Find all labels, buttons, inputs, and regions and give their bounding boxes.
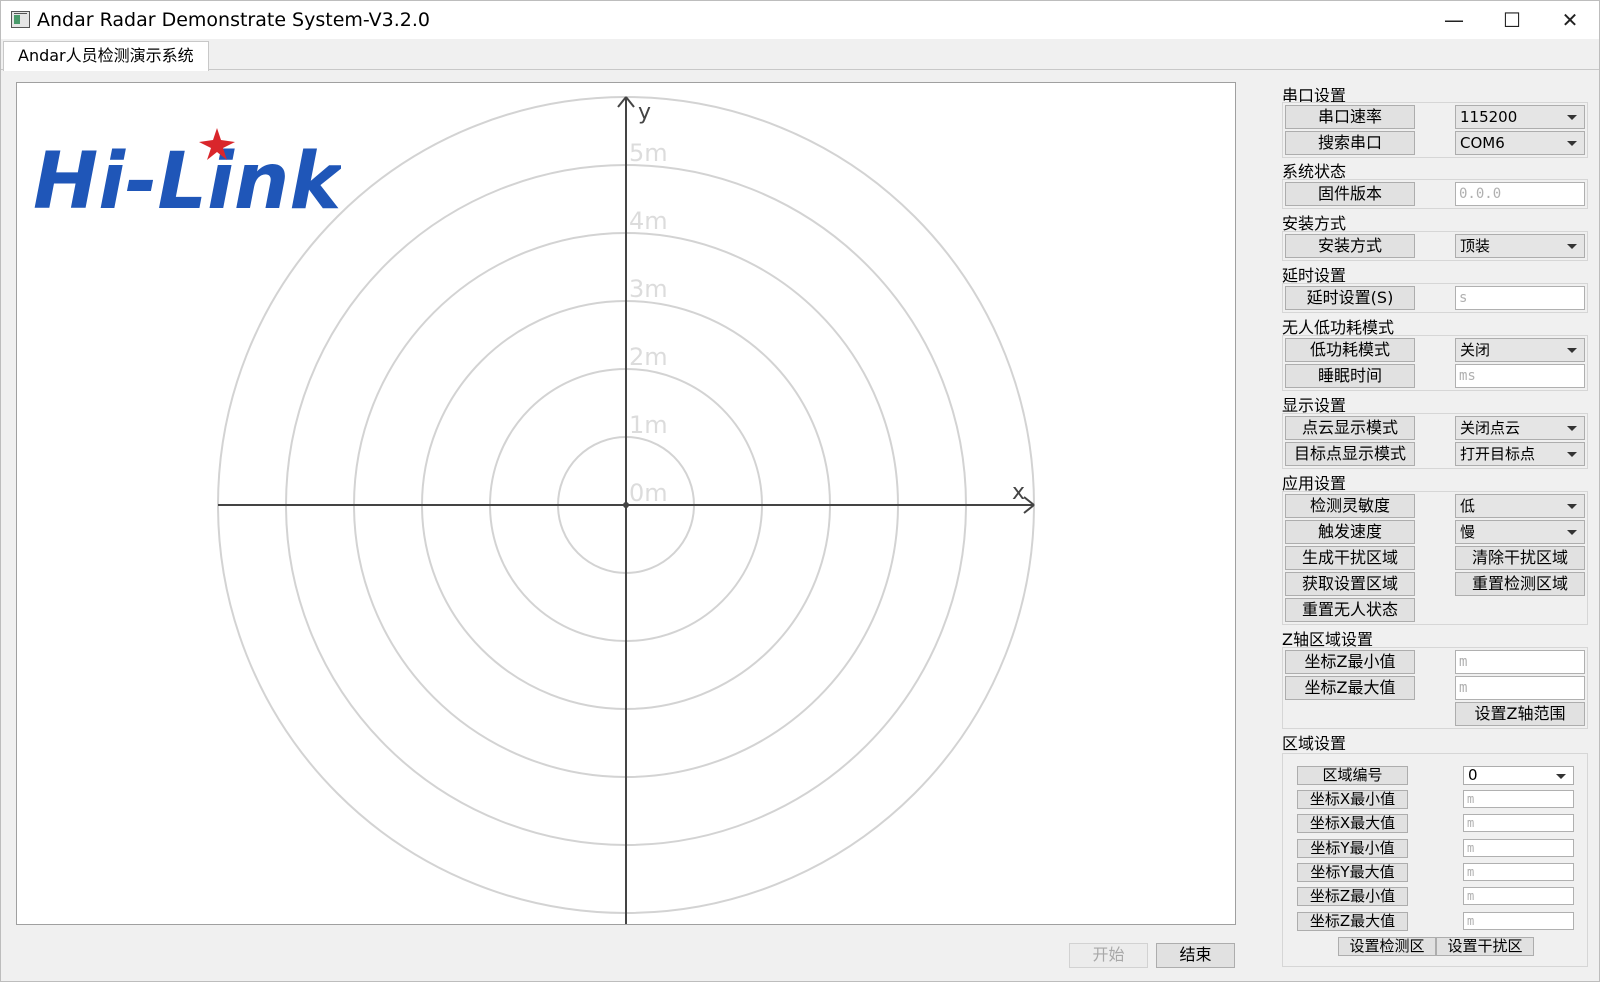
minimize-icon: — — [1444, 8, 1464, 32]
maximize-icon: ☐ — [1503, 8, 1521, 32]
install-mode-value: 顶装 — [1460, 237, 1491, 255]
point-cloud-mode-button[interactable]: 点云显示模式 — [1285, 416, 1415, 440]
install-mode-button[interactable]: 安装方式 — [1285, 234, 1415, 258]
title-bar: Andar Radar Demonstrate System-V3.2.0 — … — [1, 1, 1599, 39]
radar-axes: xy — [218, 96, 1035, 924]
firmware-field[interactable]: 0.0.0 — [1455, 182, 1585, 206]
baud-rate-button[interactable]: 串口速率 — [1285, 105, 1415, 129]
region-id-select[interactable]: 0 — [1463, 766, 1574, 785]
chevron-down-icon — [1567, 426, 1577, 431]
port-select[interactable]: COM6 — [1455, 131, 1585, 155]
reset-empty-button[interactable]: 重置无人状态 — [1285, 598, 1415, 622]
minimize-button[interactable]: — — [1425, 1, 1483, 39]
z-min-field[interactable]: m — [1455, 650, 1585, 674]
point-cloud-value: 关闭点云 — [1460, 419, 1521, 437]
region-y-max-field[interactable]: m — [1463, 863, 1574, 881]
close-icon: ✕ — [1561, 8, 1579, 32]
radar-ring-labels: 0m 1m 2m 3m 4m 5m — [629, 139, 668, 507]
sensitivity-select[interactable]: 低 — [1455, 494, 1585, 518]
y-axis-label: y — [638, 100, 651, 125]
lowpower-mode-button[interactable]: 低功耗模式 — [1285, 338, 1415, 362]
region-z-max-button[interactable]: 坐标Z最大值 — [1297, 912, 1408, 931]
region-x-max-button[interactable]: 坐标X最大值 — [1297, 814, 1408, 833]
target-mode-button[interactable]: 目标点显示模式 — [1285, 442, 1415, 466]
trigger-speed-select[interactable]: 慢 — [1455, 520, 1585, 544]
sleep-time-field[interactable]: ms — [1455, 364, 1585, 388]
firmware-button[interactable]: 固件版本 — [1285, 182, 1415, 206]
z-max-field[interactable]: m — [1455, 676, 1585, 700]
close-button[interactable]: ✕ — [1541, 1, 1599, 39]
region-x-max-field[interactable]: m — [1463, 814, 1574, 832]
point-cloud-select[interactable]: 关闭点云 — [1455, 416, 1585, 440]
reset-area-button[interactable]: 重置检测区域 — [1455, 572, 1585, 596]
set-interference-area-button[interactable]: 设置干扰区 — [1436, 937, 1534, 956]
sensitivity-value: 低 — [1460, 497, 1476, 515]
chevron-down-icon — [1567, 348, 1577, 353]
region-y-max-button[interactable]: 坐标Y最大值 — [1297, 863, 1408, 882]
y-axis-arrow — [617, 96, 627, 108]
baud-rate-value: 115200 — [1460, 108, 1518, 126]
hilink-logo: Hi-Link — [33, 128, 341, 216]
section-region: 区域设置 — [1282, 734, 1347, 753]
z-max-button[interactable]: 坐标Z最大值 — [1285, 676, 1415, 700]
chevron-down-icon — [1567, 141, 1577, 146]
region-y-min-button[interactable]: 坐标Y最小值 — [1297, 839, 1408, 858]
delay-field[interactable]: s — [1455, 286, 1585, 310]
search-port-button[interactable]: 搜索串口 — [1285, 131, 1415, 155]
y-axis-arrow — [625, 96, 635, 108]
window-title: Andar Radar Demonstrate System-V3.2.0 — [37, 9, 430, 31]
region-z-min-field[interactable]: m — [1463, 887, 1574, 905]
chevron-down-icon — [1567, 530, 1577, 535]
region-id-value: 0 — [1468, 766, 1478, 784]
tab-bar: Andar人员检测演示系统 — [1, 39, 1599, 71]
region-z-max-field[interactable]: m — [1463, 912, 1574, 930]
start-button[interactable]: 开始 — [1069, 943, 1148, 968]
end-button[interactable]: 结束 — [1156, 943, 1235, 968]
target-mode-select[interactable]: 打开目标点 — [1455, 442, 1585, 466]
x-axis-arrow — [1023, 504, 1035, 514]
set-detect-area-button[interactable]: 设置检测区 — [1338, 937, 1436, 956]
app-window: Andar Radar Demonstrate System-V3.2.0 — … — [0, 0, 1600, 982]
trigger-speed-value: 慢 — [1460, 523, 1476, 541]
chevron-down-icon — [1567, 452, 1577, 457]
maximize-button[interactable]: ☐ — [1483, 1, 1541, 39]
x-axis-arrow — [1023, 496, 1035, 506]
ring-label-5m: 5m — [629, 139, 668, 167]
logo-text: Hi-Link — [33, 137, 341, 216]
region-x-min-field[interactable]: m — [1463, 790, 1574, 808]
region-x-min-button[interactable]: 坐标X最小值 — [1297, 790, 1408, 809]
group-region — [1282, 753, 1588, 967]
lowpower-mode-select[interactable]: 关闭 — [1455, 338, 1585, 362]
target-mode-value: 打开目标点 — [1460, 445, 1536, 463]
chevron-down-icon — [1567, 504, 1577, 509]
ring-label-2m: 2m — [629, 343, 668, 371]
ring-label-1m: 1m — [629, 411, 668, 439]
port-value: COM6 — [1460, 134, 1505, 152]
x-axis-label: x — [1012, 480, 1025, 505]
install-mode-select[interactable]: 顶装 — [1455, 234, 1585, 258]
baud-rate-select[interactable]: 115200 — [1455, 105, 1585, 129]
trigger-speed-button[interactable]: 触发速度 — [1285, 520, 1415, 544]
ring-label-4m: 4m — [629, 207, 668, 235]
chevron-down-icon — [1567, 244, 1577, 249]
region-z-min-button[interactable]: 坐标Z最小值 — [1297, 887, 1408, 906]
region-y-min-field[interactable]: m — [1463, 839, 1574, 857]
app-icon — [11, 11, 30, 28]
sensitivity-button[interactable]: 检测灵敏度 — [1285, 494, 1415, 518]
sleep-time-button[interactable]: 睡眠时间 — [1285, 364, 1415, 388]
tab-detection-demo[interactable]: Andar人员检测演示系统 — [3, 41, 209, 71]
ring-label-0m: 0m — [629, 479, 668, 507]
set-z-range-button[interactable]: 设置Z轴范围 — [1455, 702, 1585, 726]
ring-label-3m: 3m — [629, 275, 668, 303]
generate-interference-button[interactable]: 生成干扰区域 — [1285, 546, 1415, 570]
delay-button[interactable]: 延时设置(S) — [1285, 286, 1415, 310]
clear-interference-button[interactable]: 清除干扰区域 — [1455, 546, 1585, 570]
get-area-button[interactable]: 获取设置区域 — [1285, 572, 1415, 596]
chevron-down-icon — [1567, 115, 1577, 120]
region-id-button[interactable]: 区域编号 — [1297, 766, 1408, 785]
z-min-button[interactable]: 坐标Z最小值 — [1285, 650, 1415, 674]
chevron-down-icon — [1556, 774, 1566, 779]
lowpower-mode-value: 关闭 — [1460, 341, 1491, 359]
